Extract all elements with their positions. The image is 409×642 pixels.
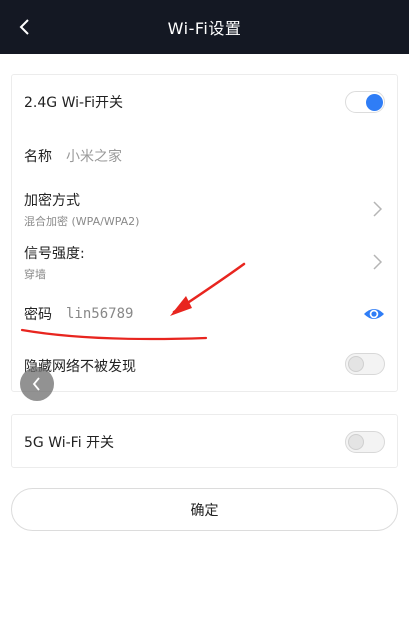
- chevron-right-icon: [373, 254, 383, 270]
- wifi-24g-toggle[interactable]: [345, 91, 385, 113]
- toggle-knob: [348, 356, 364, 372]
- encryption-label: 加密方式: [24, 193, 80, 209]
- ssid-row: 名称 小米之家: [24, 143, 385, 169]
- encryption-row[interactable]: 加密方式 混合加密 (WPA/WPA2): [24, 190, 385, 230]
- signal-value: 穿墙: [24, 268, 46, 281]
- wifi-5g-toggle[interactable]: [345, 431, 385, 453]
- signal-row[interactable]: 信号强度: 穿墙: [24, 243, 385, 283]
- chevron-right-icon: [373, 201, 383, 217]
- password-field[interactable]: lin56789: [66, 306, 133, 322]
- signal-label: 信号强度:: [24, 246, 85, 262]
- wifi-5g-settings-card: 5G Wi-Fi 开关: [11, 414, 398, 468]
- toggle-knob: [348, 434, 364, 450]
- ssid-value[interactable]: 小米之家: [66, 146, 122, 166]
- password-label: 密码: [24, 307, 52, 323]
- toggle-knob: [366, 94, 383, 111]
- eye-icon[interactable]: [363, 306, 385, 322]
- hidden-network-row: 隐藏网络不被发现: [24, 353, 385, 379]
- hidden-network-toggle[interactable]: [345, 353, 385, 375]
- encryption-value: 混合加密 (WPA/WPA2): [24, 215, 140, 228]
- confirm-button[interactable]: 确定: [11, 488, 398, 531]
- chevron-left-icon: [19, 19, 29, 35]
- chevron-left-icon: [32, 377, 40, 391]
- top-bar: Wi-Fi设置: [0, 0, 409, 54]
- wifi-24g-label: 2.4G Wi-Fi开关: [24, 95, 123, 111]
- password-row: 密码 lin56789: [24, 301, 385, 327]
- wifi-5g-row: 5G Wi-Fi 开关: [24, 429, 385, 455]
- floating-back-button[interactable]: [20, 367, 54, 401]
- ssid-label: 名称: [24, 149, 52, 165]
- wifi-24g-settings-card: 2.4G Wi-Fi开关 名称 小米之家 加密方式 混合加密 (WPA/WPA2…: [11, 74, 398, 392]
- wifi-24g-row: 2.4G Wi-Fi开关: [24, 89, 385, 115]
- wifi-5g-label: 5G Wi-Fi 开关: [24, 435, 115, 451]
- page-title: Wi-Fi设置: [167, 19, 242, 38]
- back-button[interactable]: [12, 14, 38, 40]
